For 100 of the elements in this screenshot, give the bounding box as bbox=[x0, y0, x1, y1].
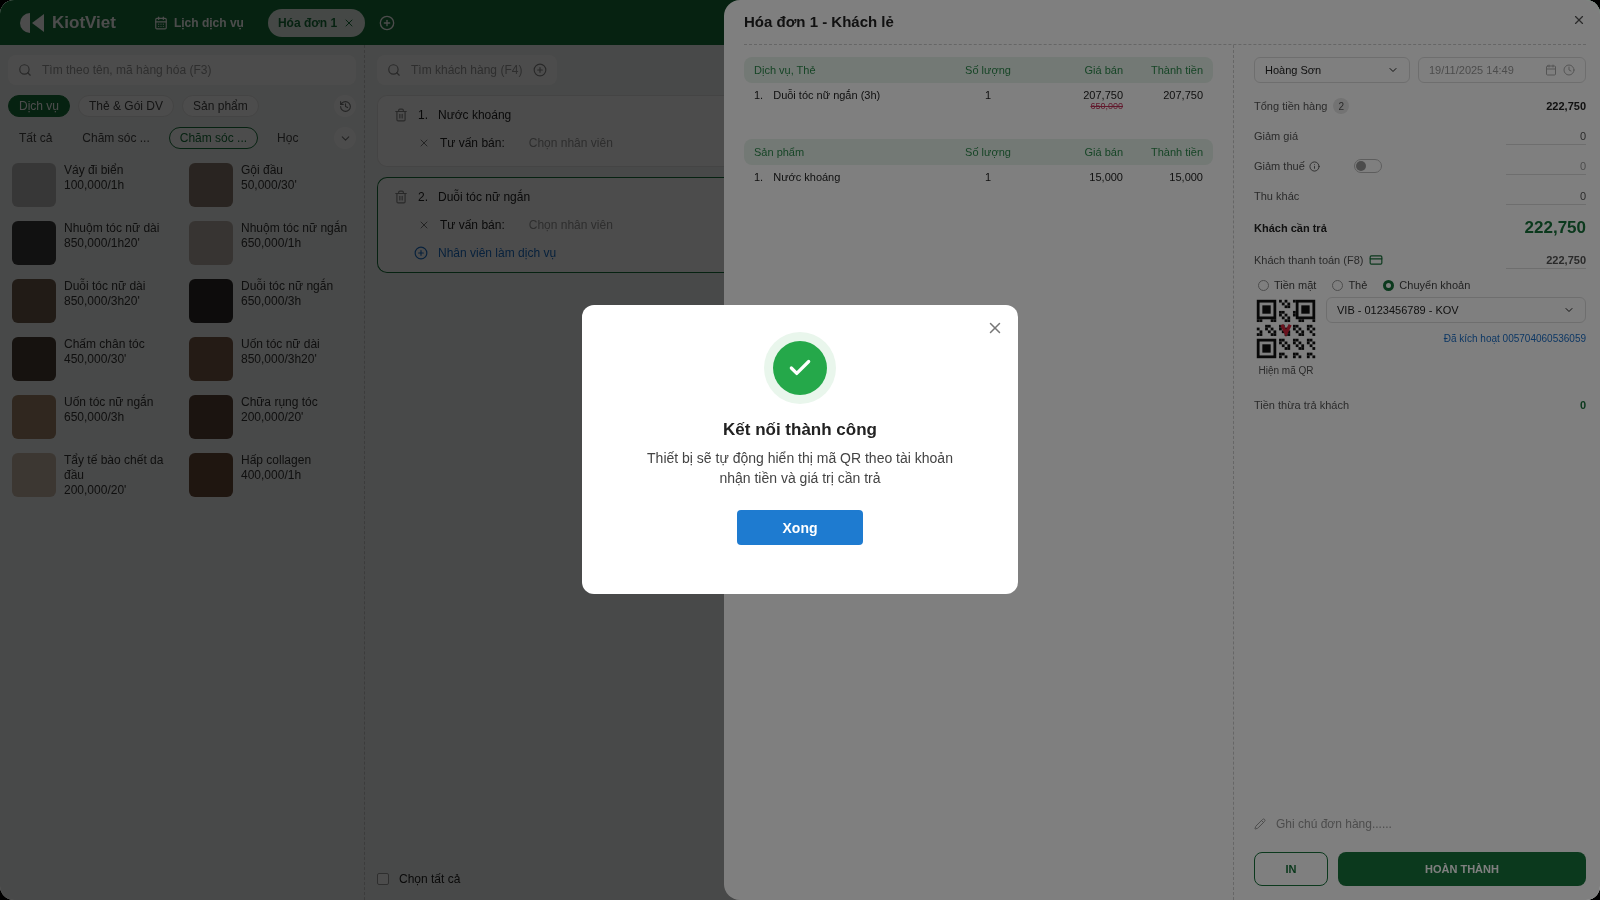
photo-placeholder bbox=[189, 453, 233, 497]
search-icon bbox=[18, 63, 32, 77]
photo-placeholder bbox=[12, 395, 56, 439]
payment-method-label: Tiền mặt bbox=[1274, 279, 1317, 291]
column-header: Thành tiền bbox=[1150, 64, 1203, 76]
product-name: Uốn tóc nữ ngắn bbox=[64, 395, 154, 410]
trash-icon[interactable] bbox=[394, 190, 408, 204]
product-price: 650,000/3h bbox=[64, 410, 126, 425]
product-price: 200,000/20' bbox=[64, 483, 128, 498]
complete-button[interactable]: HOÀN THÀNH bbox=[1338, 852, 1586, 886]
subtotal-value: 222,750 bbox=[1546, 100, 1586, 112]
product-item[interactable]: Váy đi biển 100,000/1h bbox=[8, 163, 179, 207]
dialog-message: Thiết bị sẽ tự động hiển thị mã QR theo tài khoản nhận tiền và giá trị cần trả bbox=[646, 449, 954, 488]
add-tab-icon[interactable] bbox=[379, 14, 396, 31]
add-customer-icon[interactable] bbox=[533, 63, 547, 77]
product-item[interactable]: Uốn tóc nữ dài 850,000/3h20' bbox=[185, 337, 356, 381]
print-button[interactable]: IN bbox=[1254, 852, 1328, 886]
product-name: Gội đầu bbox=[241, 163, 285, 178]
history-button[interactable] bbox=[334, 95, 356, 117]
calendar-icon bbox=[153, 15, 168, 30]
product-name: Chấm chân tóc bbox=[64, 337, 145, 352]
logo-icon bbox=[18, 10, 46, 35]
column-header: Dịch vụ, Thẻ bbox=[754, 64, 817, 76]
payment-radio[interactable] bbox=[1258, 279, 1269, 291]
product-item[interactable]: Chữa rụng tóc 200,000/20' bbox=[185, 395, 356, 439]
close-icon[interactable] bbox=[1572, 13, 1586, 27]
product-price: 850,000/3h20' bbox=[241, 352, 318, 367]
trash-icon[interactable] bbox=[394, 108, 408, 122]
photo-placeholder bbox=[12, 279, 56, 323]
photo-placeholder bbox=[12, 337, 56, 381]
payment-radio[interactable] bbox=[1332, 279, 1344, 291]
logo-text: KiotViet bbox=[52, 12, 116, 33]
product-price: 850,000/1h20' bbox=[64, 236, 141, 251]
product-name: Nhuộm tóc nữ ngắn bbox=[241, 221, 348, 236]
photo-placeholder bbox=[189, 395, 233, 439]
select-all-checkbox[interactable] bbox=[377, 873, 389, 885]
product-item[interactable]: Duỗi tóc nữ ngắn 650,000/3h bbox=[185, 279, 356, 323]
type-tab[interactable]: Dịch vụ bbox=[8, 95, 70, 117]
done-button[interactable]: Xong bbox=[737, 510, 863, 545]
item-name: Duỗi tóc nữ ngắn (3h) bbox=[773, 89, 881, 101]
product-price: 50,000/30' bbox=[241, 178, 297, 193]
other-label: Thu khác bbox=[1254, 190, 1300, 202]
type-tab[interactable]: Sản phẩm bbox=[182, 95, 259, 117]
add-icon[interactable] bbox=[414, 246, 428, 260]
pencil-icon bbox=[1254, 818, 1266, 830]
card-icon[interactable] bbox=[1369, 253, 1384, 267]
column-header: Giá bán bbox=[1083, 146, 1123, 158]
product-item[interactable]: Chấm chân tóc 450,000/30' bbox=[8, 337, 179, 381]
clock-icon[interactable] bbox=[1563, 64, 1575, 76]
activation-link[interactable]: Đã kích hoạt 005704060536059 bbox=[1443, 333, 1586, 344]
dialog-title: Kết nối thành công bbox=[723, 420, 877, 440]
product-item[interactable]: Hấp collagen 400,000/1h bbox=[185, 453, 356, 498]
payment-method-label: Thẻ bbox=[1348, 279, 1368, 291]
column-header: Thành tiền bbox=[1150, 146, 1203, 158]
photo-placeholder bbox=[189, 337, 233, 381]
product-price: 650,000/3h bbox=[241, 294, 303, 309]
item-name: Duỗi tóc nữ ngắn bbox=[438, 190, 531, 204]
product-price: 450,000/30' bbox=[64, 352, 128, 367]
invoice-title: Hóa đơn 1 - Khách lẻ bbox=[744, 12, 894, 30]
discount-field[interactable]: 0 bbox=[1506, 127, 1586, 145]
total-cell-text: 15,000 bbox=[1168, 171, 1203, 183]
product-name: Nhuộm tóc nữ dài bbox=[64, 221, 160, 236]
calendar-icon[interactable] bbox=[1545, 64, 1557, 76]
original-price: 650,000 bbox=[1090, 101, 1123, 111]
row-index: 1. bbox=[754, 171, 764, 183]
product-item[interactable]: Uốn tóc nữ ngắn 650,000/3h bbox=[8, 395, 179, 439]
remove-icon[interactable] bbox=[418, 137, 430, 149]
category-tab[interactable]: Chăm sóc ... bbox=[168, 127, 259, 149]
photo-placeholder bbox=[12, 221, 56, 265]
select-all-label: Chọn tất cả bbox=[399, 872, 461, 886]
product-item[interactable]: Nhuộm tóc nữ ngắn 650,000/1h bbox=[185, 221, 356, 265]
product-item[interactable]: Duỗi tóc nữ dài 850,000/3h20' bbox=[8, 279, 179, 323]
subtotal-label: Tổng tiền hàng bbox=[1254, 100, 1328, 112]
product-price: 400,000/1h bbox=[241, 468, 303, 483]
column-header: Số lượng bbox=[964, 146, 1012, 158]
type-tab[interactable]: Thẻ & Gói DV bbox=[78, 95, 175, 117]
amount-due-value: 222,750 bbox=[1524, 218, 1586, 238]
staff-select[interactable]: Hoàng Sơn bbox=[1254, 57, 1410, 83]
remove-icon[interactable] bbox=[418, 219, 430, 231]
product-price: 100,000/1h bbox=[64, 178, 125, 193]
add-staff-link[interactable]: Nhân viên làm dịch vụ bbox=[438, 246, 557, 260]
quantity-cell-text: 1 bbox=[983, 89, 993, 103]
search-icon bbox=[387, 63, 401, 77]
tab-label: Lịch dịch vụ bbox=[173, 15, 244, 30]
paid-label: Khách thanh toán (F8) bbox=[1254, 254, 1364, 266]
header-tab[interactable]: Lịch dịch vụ bbox=[143, 8, 254, 37]
tax-label: Giảm thuế bbox=[1254, 160, 1305, 172]
product-item[interactable]: Gội đầu 50,000/30' bbox=[185, 163, 356, 207]
other-fee-field[interactable]: 0 bbox=[1506, 187, 1586, 205]
product-item[interactable]: Tẩy tế bào chết da đầu 200,000/20' bbox=[8, 453, 179, 498]
column-header: Giá bán bbox=[1083, 64, 1123, 76]
payment-radio[interactable] bbox=[1383, 279, 1395, 291]
header-tab[interactable]: Hóa đơn 1 bbox=[267, 8, 366, 37]
item-count: 2 bbox=[1333, 98, 1350, 114]
paid-field[interactable]: 222,750 bbox=[1506, 251, 1586, 269]
product-price: 850,000/3h20' bbox=[64, 294, 141, 309]
bank-account-select[interactable]: VIB - 0123456789 - KOV bbox=[1326, 297, 1586, 323]
expand-button[interactable] bbox=[334, 127, 356, 149]
price-cell: 15,000 bbox=[1089, 171, 1123, 183]
product-item[interactable]: Nhuộm tóc nữ dài 850,000/1h20' bbox=[8, 221, 179, 265]
